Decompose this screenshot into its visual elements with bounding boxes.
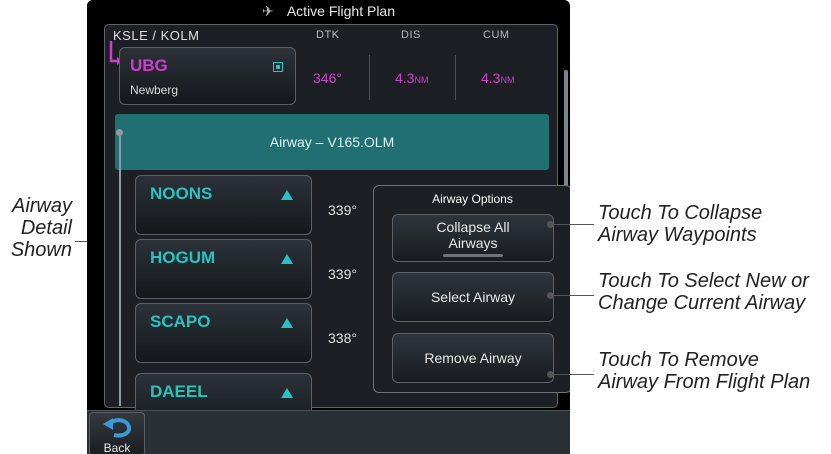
callout-collapse: Touch To Collapse Airway Waypoints <box>598 202 762 246</box>
waypoint-button-hogum[interactable]: HOGUM <box>135 239 312 299</box>
toggle-indicator <box>443 254 503 257</box>
col-dtk: DTK <box>316 29 340 41</box>
collapse-label-line1: Collapse All <box>436 219 510 235</box>
airway-connector-line <box>119 136 121 406</box>
route-label: KSLE / KOLM <box>113 28 200 43</box>
callout-airway-detail-line1: Airway <box>11 195 72 217</box>
back-label: Back <box>103 441 131 454</box>
callout-select-line2: Change Current Airway <box>598 292 806 314</box>
divider <box>369 55 370 100</box>
callout-remove: Touch To Remove Airway From Flight Plan <box>598 349 810 393</box>
select-airway-button[interactable]: Select Airway <box>392 272 554 322</box>
airway-options-panel: Airway Options Collapse All Airways Sele… <box>373 185 570 393</box>
airway-start-dot <box>116 129 123 136</box>
ubg-cum-unit: NM <box>500 75 515 85</box>
waypoint-name: Newberg <box>130 83 179 97</box>
triangle-icon <box>281 388 293 398</box>
triangle-icon <box>281 254 293 264</box>
remove-airway-label: Remove Airway <box>424 350 522 366</box>
leader-collapse <box>552 224 594 225</box>
col-cum: CUM <box>483 29 510 41</box>
device-screen: ✈ Active Flight Plan KSLE / KOLM DTK DIS… <box>87 0 570 454</box>
callout-select-line1: Touch To Select New or <box>598 270 809 292</box>
hogum-dtk: 339° <box>328 266 357 282</box>
callout-airway-detail-line3: Shown <box>10 239 72 261</box>
waypoint-ident: SCAPO <box>150 312 211 331</box>
waypoint-ident: HOGUM <box>150 248 216 267</box>
leader-select <box>552 295 594 296</box>
callout-airway-detail: Airway Detail Shown <box>6 195 72 261</box>
triangle-icon <box>281 318 293 328</box>
ubg-dis: 4.3NM <box>395 70 428 86</box>
ubg-cum-value: 4.3 <box>481 70 501 86</box>
waypoint-button-ubg[interactable]: UBG Newberg <box>119 47 296 105</box>
airway-options-title: Airway Options <box>432 192 513 206</box>
leader-remove <box>552 374 594 375</box>
title-bar: ✈ Active Flight Plan <box>87 0 570 22</box>
callout-remove-line2: Airway From Flight Plan <box>598 371 811 393</box>
waypoint-ident: NOONS <box>150 184 213 203</box>
airplane-icon: ✈ <box>261 3 274 19</box>
back-button[interactable]: Back <box>89 412 145 454</box>
select-airway-label: Select Airway <box>430 289 516 305</box>
ubg-dis-value: 4.3 <box>395 70 415 86</box>
waypoint-button-noons[interactable]: NOONS <box>135 175 312 235</box>
divider <box>455 55 456 100</box>
column-header: KSLE / KOLM DTK DIS CUM <box>105 28 557 45</box>
callout-airway-detail-line2: Detail <box>20 217 72 239</box>
ubg-dis-unit: NM <box>414 75 429 85</box>
bottom-bar: Back <box>87 410 570 454</box>
target-icon <box>273 62 283 72</box>
waypoint-ident: DAEEL <box>150 382 208 401</box>
collapse-all-airways-button[interactable]: Collapse All Airways <box>392 214 554 262</box>
remove-airway-button[interactable]: Remove Airway <box>392 333 554 383</box>
triangle-icon <box>281 190 293 200</box>
callout-remove-line1: Touch To Remove <box>598 349 759 371</box>
waypoint-button-scapo[interactable]: SCAPO <box>135 303 312 363</box>
callout-select: Touch To Select New or Change Current Ai… <box>598 270 809 314</box>
ubg-dtk: 346° <box>313 70 342 86</box>
waypoint-ident: UBG <box>130 56 168 75</box>
noons-dtk: 339° <box>328 202 357 218</box>
scapo-dtk: 338° <box>328 330 357 346</box>
callout-collapse-line2: Airway Waypoints <box>598 224 757 246</box>
ubg-cum: 4.3NM <box>481 70 514 86</box>
airway-header-bar[interactable]: Airway – V165.OLM <box>115 114 549 170</box>
col-dis: DIS <box>401 29 421 41</box>
back-arrow-icon <box>103 418 132 438</box>
page-title: Active Flight Plan <box>286 3 396 19</box>
callout-collapse-line1: Touch To Collapse <box>598 202 763 224</box>
collapse-label-line2: Airways <box>448 235 498 251</box>
